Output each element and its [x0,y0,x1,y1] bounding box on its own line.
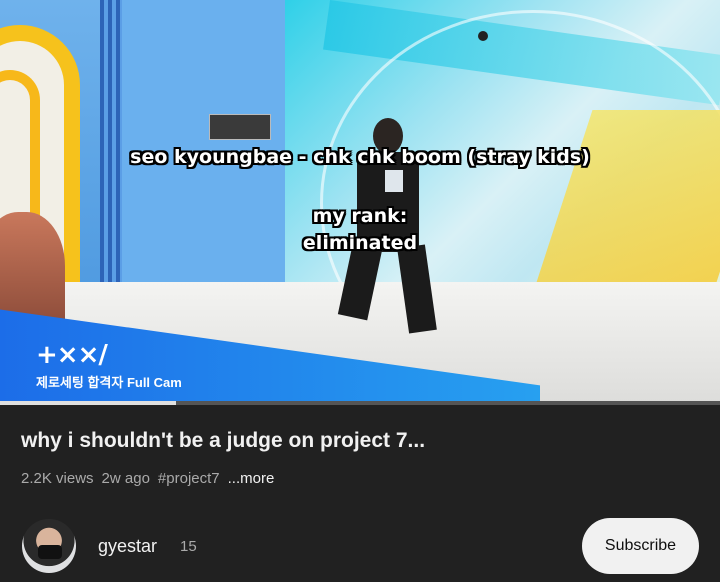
subscriber-count: 15 [180,538,197,555]
video-info-panel: why i shouldn't be a judge on project 7.… [0,405,720,582]
more-button[interactable]: ...more [228,470,275,487]
video-title[interactable]: why i shouldn't be a judge on project 7.… [21,429,425,453]
channel-name[interactable]: gyestar [98,536,157,557]
avatar[interactable] [22,519,76,573]
meme-caption-top: seo kyoungbae - chk chk boom (stray kids… [130,146,590,168]
upload-age: 2w ago [101,470,150,487]
ceiling-dot [478,31,488,41]
meme-rank-label: my rank: [312,205,408,227]
meme-rank-value: eliminated [302,232,418,254]
hashtag-link[interactable]: #project7 [158,470,220,487]
show-logo: +××/ [36,340,108,370]
subscribe-button[interactable]: Subscribe [582,518,699,574]
video-player[interactable]: +××/ 제로세팅 합격자 Full Cam seo kyoungbae - c… [0,0,720,402]
show-logo-subtitle: 제로세팅 합격자 Full Cam [36,375,182,390]
meme-caption-rank: my rank: eliminated [0,203,720,257]
view-count: 2.2K views [21,470,94,487]
video-meta[interactable]: 2.2K views 2w ago #project7 ...more [21,470,274,487]
stage-window [209,114,271,140]
